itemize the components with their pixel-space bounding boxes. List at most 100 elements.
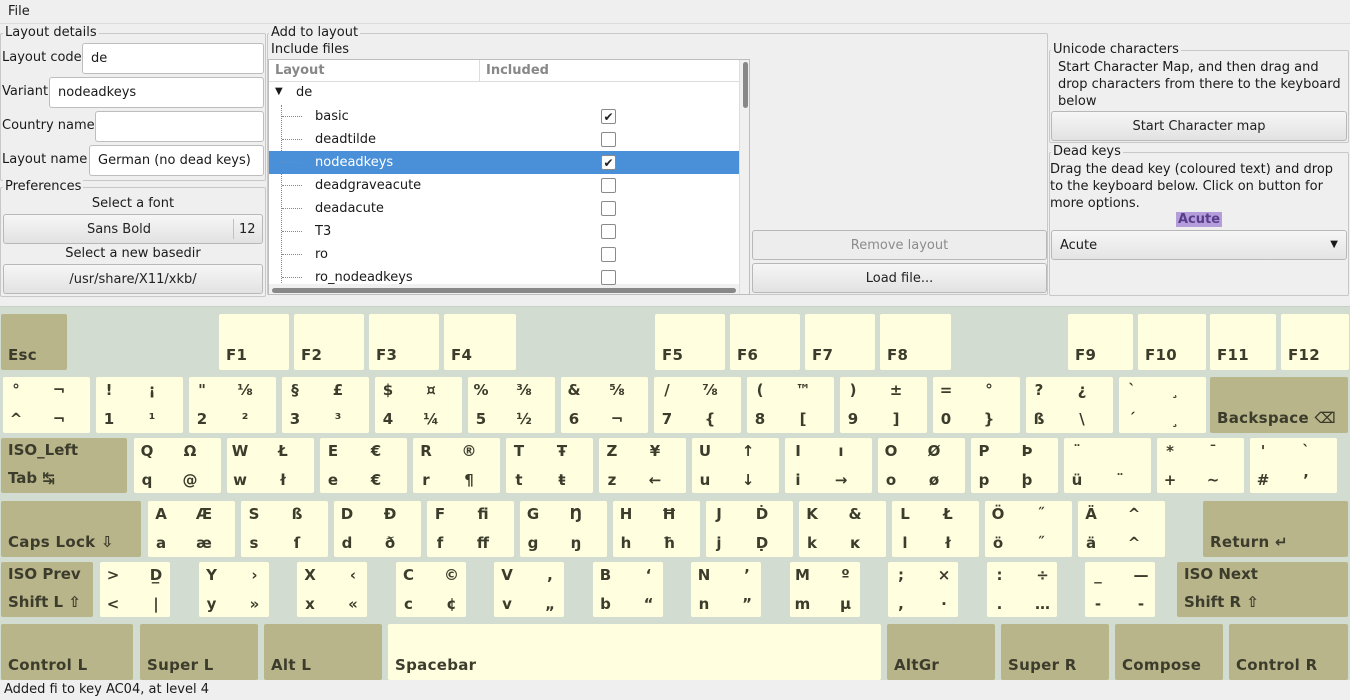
key-caps-lock[interactable]: Caps Lock ⇩ xyxy=(1,501,141,557)
key-row3[interactable]: Sß s ſ xyxy=(241,501,328,557)
key-control-l[interactable]: Control L xyxy=(1,624,133,680)
key-row1[interactable]: ° ¬ ^ ¬ xyxy=(3,377,90,433)
key-row4[interactable]: C © c ¢ xyxy=(395,562,466,617)
key-row2[interactable]: R ® r ¶ xyxy=(413,438,500,493)
tree-root-row[interactable]: ▼ de xyxy=(269,82,739,105)
basedir-button[interactable]: /usr/share/X11/xkb/ xyxy=(3,264,263,294)
key-row4[interactable]: _ — - - xyxy=(1085,562,1155,617)
file-menu[interactable]: File xyxy=(8,4,30,19)
include-checkbox[interactable] xyxy=(601,178,616,193)
key-control-r[interactable]: Control R xyxy=(1229,624,1348,680)
include-checkbox[interactable] xyxy=(601,247,616,262)
key-row1[interactable]: $ ¤ 4 ¼ xyxy=(375,377,462,433)
key-row2[interactable]: * ¯ + ~ xyxy=(1157,438,1244,493)
key-row2[interactable]: Iı i → xyxy=(785,438,872,493)
key-f4[interactable]: F4 xyxy=(444,314,516,370)
tree-item-row[interactable]: basic ✔ xyxy=(269,105,739,128)
include-checkbox[interactable]: ✔ xyxy=(601,155,616,170)
key-row3[interactable]: A Æa æ xyxy=(148,501,235,557)
key-row1[interactable]: & ⅝ 6 ¬ xyxy=(561,377,648,433)
layout-code-field[interactable]: de xyxy=(82,43,264,74)
key-alt-l[interactable]: Alt L xyxy=(264,624,382,680)
layout-name-field[interactable]: German (no dead keys) xyxy=(89,145,264,176)
key-f1[interactable]: F1 xyxy=(219,314,289,370)
font-button[interactable]: Sans Bold 12 xyxy=(3,214,263,244)
key-row1[interactable]: ! ¡ 1 ¹ xyxy=(96,377,183,433)
include-checkbox[interactable] xyxy=(601,224,616,239)
key-row2[interactable]: ¨ ü ¨ xyxy=(1064,438,1151,493)
key-row4[interactable]: N ’ n ” xyxy=(691,562,761,617)
key-row4[interactable]: Mº m µ xyxy=(789,562,860,617)
include-checkbox[interactable] xyxy=(601,132,616,147)
key-row3[interactable]: G Ŋg ŋ xyxy=(520,501,607,557)
key-spacebar[interactable]: Spacebar xyxy=(388,624,881,680)
key-f12[interactable]: F12 xyxy=(1281,314,1349,370)
key-row2[interactable]: P Þp þ xyxy=(971,438,1058,493)
tree-item-row[interactable]: ro xyxy=(269,243,739,266)
key-row4[interactable]: : ÷.… xyxy=(986,562,1057,617)
col-layout-header[interactable]: Layout xyxy=(275,63,325,78)
include-checkbox[interactable] xyxy=(601,270,616,285)
key-row4[interactable]: ; ×, · xyxy=(888,562,958,617)
key-row2[interactable]: E € e € xyxy=(320,438,407,493)
key-row1[interactable]: ` ¸ ´ ¸ xyxy=(1119,377,1206,433)
key-f5[interactable]: F5 xyxy=(655,314,725,370)
variant-field[interactable]: nodeadkeys xyxy=(49,77,264,108)
key-row3[interactable]: J Ḋj Ḍ xyxy=(706,501,793,557)
key-backspace[interactable]: Backspace ⌫ xyxy=(1210,377,1348,433)
tree-item-row[interactable]: deadtilde xyxy=(269,128,739,151)
key-row2[interactable]: T Ŧt ŧ xyxy=(506,438,593,493)
country-name-field[interactable] xyxy=(95,111,264,142)
key-row3[interactable]: Fﬁ f ﬀ xyxy=(427,501,514,557)
key-row3[interactable]: Ö ˝ ö ˝ xyxy=(985,501,1072,557)
key-row3[interactable]: L Łl ł xyxy=(892,501,979,557)
key-f7[interactable]: F7 xyxy=(805,314,875,370)
key-row2[interactable]: U ↑ u ↓ xyxy=(692,438,779,493)
key-row1[interactable]: = ° 0} xyxy=(933,377,1020,433)
key-row3[interactable]: K & k ĸ xyxy=(799,501,886,557)
tree-item-row[interactable]: ro_nodeadkeys xyxy=(269,266,739,289)
expand-icon[interactable]: ▼ xyxy=(275,86,283,97)
tree-item-row[interactable]: T3 xyxy=(269,220,739,243)
key-super-r[interactable]: Super R xyxy=(1001,624,1109,680)
key-row3[interactable]: H Ħh ħ xyxy=(613,501,700,557)
key-f10[interactable]: F10 xyxy=(1138,314,1206,370)
key-super-l[interactable]: Super L xyxy=(140,624,258,680)
key-row3[interactable]: Ä ^ ä ^ xyxy=(1078,501,1165,557)
key-f8[interactable]: F8 xyxy=(880,314,951,370)
key-f9[interactable]: F9 xyxy=(1068,314,1133,370)
key-row1[interactable]: % ⅜ 5 ½ xyxy=(468,377,555,433)
key-row2[interactable]: O Øo ø xyxy=(878,438,965,493)
key-f6[interactable]: F6 xyxy=(730,314,800,370)
key-row2[interactable]: Q Ωq @ xyxy=(134,438,221,493)
load-file-button[interactable]: Load file... xyxy=(752,263,1047,293)
key-f11[interactable]: F11 xyxy=(1210,314,1276,370)
key-row4[interactable]: Y › y » xyxy=(198,562,269,617)
vertical-scroll-handle[interactable] xyxy=(743,62,748,108)
include-checkbox[interactable]: ✔ xyxy=(601,109,616,124)
key-row4[interactable]: > D̲ < | xyxy=(100,562,170,617)
key-esc[interactable]: Esc xyxy=(1,314,67,370)
include-files-tree[interactable]: Layout Included ▼ de basic ✔ deadtilde node… xyxy=(268,59,750,295)
key-row1[interactable]: ? ¿ ß \ xyxy=(1026,377,1113,433)
key-tab[interactable]: ISO_Left Tab ↹ xyxy=(1,438,127,493)
key-f3[interactable]: F3 xyxy=(369,314,439,370)
key-row2[interactable]: ' ` # ’ xyxy=(1250,438,1337,493)
tree-item-row[interactable]: deadacute xyxy=(269,197,739,220)
key-row1[interactable]: (™ 8 [ xyxy=(747,377,834,433)
col-included-header[interactable]: Included xyxy=(486,63,549,78)
key-return[interactable]: Return ↵ xyxy=(1203,501,1348,557)
key-f2[interactable]: F2 xyxy=(294,314,364,370)
dead-key-select[interactable]: Acute ▼ xyxy=(1051,230,1347,260)
key-row1[interactable]: / ⅞ 7 { xyxy=(654,377,741,433)
key-compose[interactable]: Compose xyxy=(1115,624,1223,680)
key-row4[interactable]: B ‘ b “ xyxy=(592,562,663,617)
key-shift-r[interactable]: ISO Next Shift R ⇧ xyxy=(1177,562,1348,617)
tree-item-row[interactable]: deadgraveacute xyxy=(269,174,739,197)
key-row2[interactable]: Z ¥ z ← xyxy=(599,438,686,493)
start-character-map-button[interactable]: Start Character map xyxy=(1051,111,1347,141)
key-row4[interactable]: X ‹ x « xyxy=(297,562,367,617)
key-altgr[interactable]: AltGr xyxy=(887,624,995,680)
key-row1[interactable]: ) ±9] xyxy=(840,377,927,433)
key-row4[interactable]: V, v „ xyxy=(494,562,564,617)
